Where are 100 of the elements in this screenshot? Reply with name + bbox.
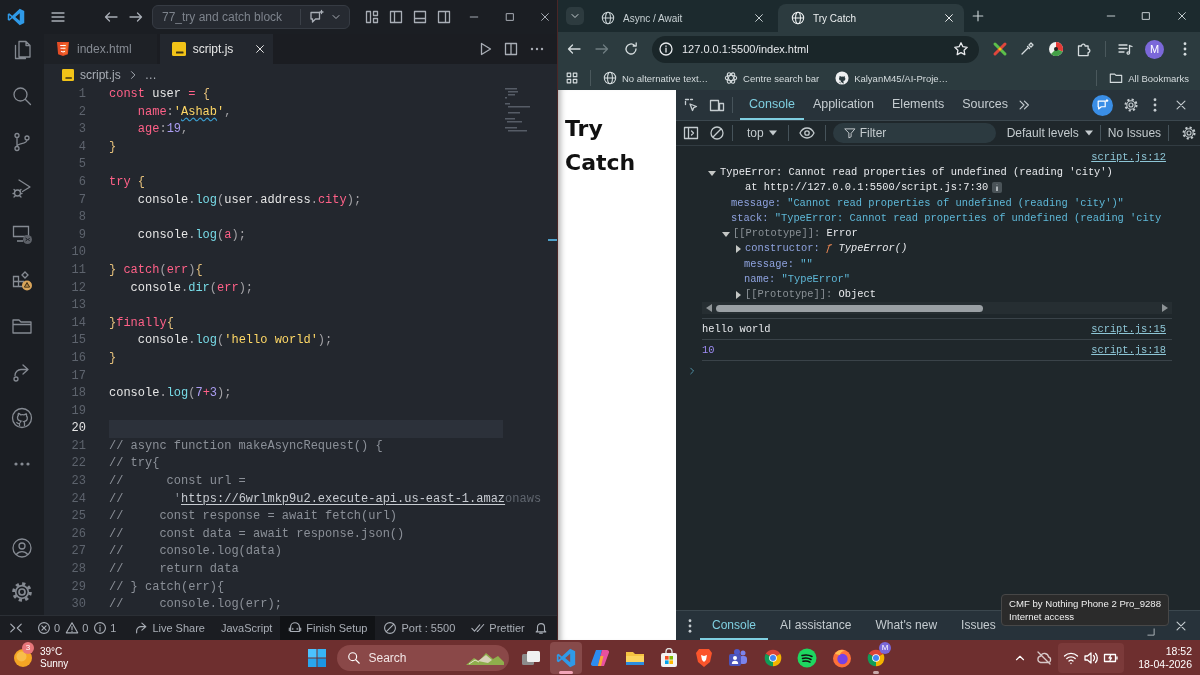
clock-date[interactable]: 18-04-2026 xyxy=(1138,657,1192,671)
bookmark[interactable]: KalyanM45/AI-Proje… xyxy=(835,71,949,85)
windows-logo-icon[interactable] xyxy=(308,648,326,667)
close-icon[interactable] xyxy=(1174,98,1188,112)
quick-settings-button[interactable] xyxy=(1058,642,1125,673)
close-icon[interactable] xyxy=(1176,10,1188,22)
triangle-down-icon[interactable] xyxy=(708,168,716,177)
bell-icon[interactable] xyxy=(534,621,548,635)
horizontal-scrollbar[interactable] xyxy=(702,302,1172,315)
devtools-tab[interactable]: Elements xyxy=(883,90,954,120)
code-line: console.log(a); xyxy=(136,226,246,244)
source-link[interactable]: script.js:18 xyxy=(1091,344,1166,357)
editor-tab[interactable]: script.js xyxy=(159,34,274,64)
chat-icon[interactable] xyxy=(309,9,325,25)
clear-console-icon[interactable] xyxy=(709,125,725,141)
puzzle-icon[interactable] xyxy=(1076,41,1092,57)
cloud-off-icon[interactable] xyxy=(1036,649,1053,666)
profile-avatar[interactable]: M xyxy=(1145,39,1164,59)
all-bookmarks-button[interactable]: All Bookmarks xyxy=(1109,71,1189,85)
taskbar-app-button[interactable] xyxy=(549,641,582,674)
status-bar-item[interactable]: Finish Setup xyxy=(280,616,376,640)
browser-tab[interactable]: Async / Await xyxy=(588,4,774,32)
settings-icon[interactable] xyxy=(1181,125,1198,141)
github-icon[interactable] xyxy=(10,406,34,430)
close-icon[interactable] xyxy=(943,12,955,24)
bookmark[interactable]: No alternative text… xyxy=(603,71,709,85)
status-bar-item[interactable]: JavaScript xyxy=(212,616,281,640)
maximize-icon[interactable] xyxy=(504,11,516,23)
context-selector[interactable]: top xyxy=(747,126,777,140)
devtools-tab[interactable]: Sources xyxy=(953,90,1017,120)
remote-icon[interactable] xyxy=(9,621,23,635)
filter-field[interactable]: Filter xyxy=(832,123,996,143)
status-bar-item[interactable]: Live Share xyxy=(126,616,213,640)
close-icon[interactable] xyxy=(753,12,765,24)
drawer-tab[interactable]: Issues xyxy=(949,611,1008,640)
problems-button[interactable]: 0 0 1 xyxy=(29,616,127,640)
search-icon[interactable] xyxy=(10,84,34,108)
sidebar-toggle-icon[interactable] xyxy=(683,125,699,141)
primary-sidebar-icon[interactable] xyxy=(388,9,404,25)
color-wheel-icon[interactable] xyxy=(1048,41,1064,57)
scroll-right-icon[interactable] xyxy=(1162,304,1168,313)
apps-icon[interactable] xyxy=(565,71,579,85)
device-toolbar-icon[interactable] xyxy=(709,97,725,113)
more-tabs-icon[interactable] xyxy=(1017,98,1031,112)
scroll-left-icon[interactable] xyxy=(706,304,712,313)
code-line: try { xyxy=(109,173,145,191)
maximize-icon[interactable] xyxy=(1140,10,1152,22)
new-tab-icon[interactable] xyxy=(971,9,985,23)
browser-tab[interactable]: Try Catch xyxy=(778,4,964,32)
issues-button[interactable]: No Issues xyxy=(1107,126,1162,140)
search-box[interactable]: Search xyxy=(336,644,509,671)
devtools-tab[interactable]: Console xyxy=(740,90,804,120)
back-arrow-icon[interactable] xyxy=(103,9,119,25)
split-editor-icon[interactable] xyxy=(503,41,519,57)
back-arrow-icon[interactable] xyxy=(566,41,582,57)
info-badge-icon[interactable] xyxy=(992,182,1003,194)
drawer-tab[interactable]: What's new xyxy=(863,611,950,640)
crossed-sticks-icon[interactable] xyxy=(992,41,1008,57)
source-link[interactable]: script.js:12 xyxy=(1091,150,1166,165)
eyedropper-icon[interactable] xyxy=(1019,41,1035,57)
log-levels-dropdown[interactable]: Default levels xyxy=(1006,126,1093,140)
drawer-tab[interactable]: AI assistance xyxy=(768,611,864,640)
scrollbar-thumb[interactable] xyxy=(716,304,983,312)
breadcrumb-symbols[interactable]: … xyxy=(144,68,157,82)
secondary-sidebar-icon[interactable] xyxy=(436,9,452,25)
triangle-right-icon[interactable] xyxy=(734,244,742,253)
info-icon[interactable] xyxy=(658,41,674,57)
triangle-right-icon[interactable] xyxy=(734,290,742,299)
account-icon[interactable] xyxy=(10,536,34,560)
inspect-element-icon[interactable] xyxy=(683,97,699,113)
breadcrumb-file[interactable]: script.js xyxy=(80,68,121,82)
media-control-icon[interactable] xyxy=(1117,41,1133,57)
status-bar-item[interactable]: Prettier xyxy=(463,616,533,640)
source-link[interactable]: script.js:15 xyxy=(1091,323,1166,336)
bookmark[interactable]: Centre search bar xyxy=(724,71,820,85)
tab-search-button[interactable] xyxy=(566,7,584,25)
eye-icon[interactable] xyxy=(798,125,815,141)
devtools-tab[interactable]: Application xyxy=(803,90,884,120)
status-bar-item[interactable]: Port : 5500 xyxy=(375,616,464,640)
command-center[interactable]: 77_try and catch block xyxy=(153,10,300,24)
panel-icon[interactable] xyxy=(412,9,428,25)
menu-icon[interactable] xyxy=(50,9,66,25)
triangle-down-icon[interactable] xyxy=(722,229,730,238)
clock-time[interactable]: 18:52 xyxy=(1165,644,1192,658)
ai-assistance-button[interactable] xyxy=(1092,94,1113,116)
layout-icon[interactable] xyxy=(364,9,380,25)
code-line: name:'Ashab', xyxy=(136,103,232,121)
forward-arrow-icon[interactable] xyxy=(128,9,144,25)
settings-icon[interactable] xyxy=(10,580,34,604)
settings-icon[interactable] xyxy=(1123,97,1139,113)
address-bar[interactable]: 127.0.0.1:5500/index.html xyxy=(652,35,979,63)
maximize-panel-icon[interactable] xyxy=(1146,627,1156,637)
star-icon[interactable] xyxy=(953,41,969,57)
line-number: 12 xyxy=(70,279,86,297)
notification-badge: 3 xyxy=(22,641,34,654)
close-icon[interactable] xyxy=(254,43,267,55)
taskbar-app-button[interactable]: M xyxy=(860,641,892,674)
reload-icon[interactable] xyxy=(623,41,639,57)
editor-tab[interactable]: index.html xyxy=(44,34,157,64)
close-icon[interactable] xyxy=(539,11,551,23)
